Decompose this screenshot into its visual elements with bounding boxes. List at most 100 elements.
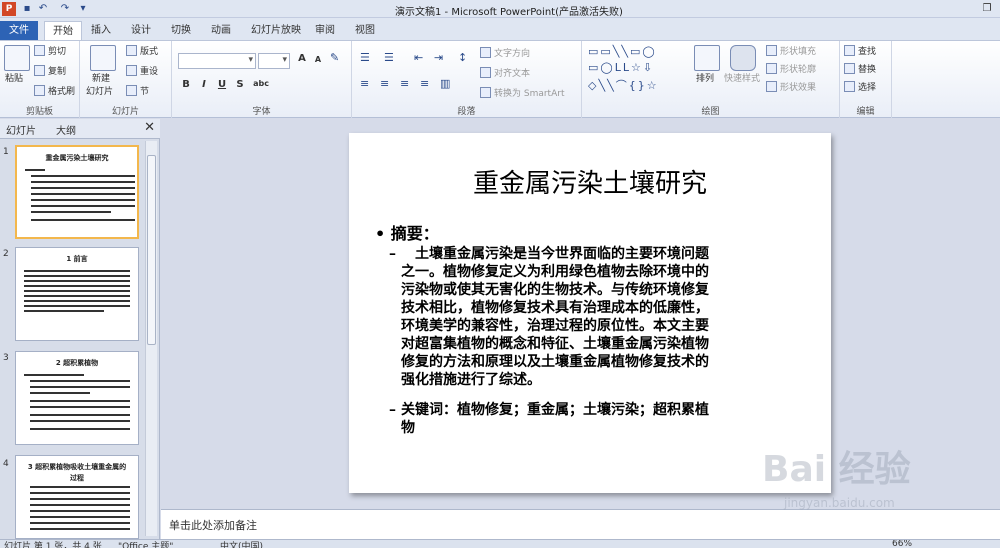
bold-button[interactable]: B — [178, 79, 194, 90]
thumbnail-number: 2 — [3, 249, 9, 259]
clear-format-icon[interactable]: ✎ — [330, 51, 339, 64]
panel-scrollbar[interactable] — [145, 141, 157, 536]
reset-button[interactable]: 重设 — [126, 65, 158, 79]
save-icon[interactable]: ▪ — [20, 2, 34, 16]
arrange-icon[interactable] — [694, 45, 720, 71]
tab-file[interactable]: 文件 — [0, 21, 38, 40]
slide-thumbnail-3[interactable]: 2 超积累植物 — [15, 351, 139, 445]
font-name-dropdown[interactable] — [178, 53, 256, 69]
paste-button[interactable]: 粘贴 — [5, 73, 23, 86]
title-bar: P ▪ ↶ ↷ ▾ 演示文稿1 - Microsoft PowerPoint(产… — [0, 0, 1000, 18]
clipboard-group: 粘贴 剪切 复制 格式刷 剪贴板 — [0, 41, 80, 118]
decrease-indent-icon[interactable]: ⇤ — [414, 51, 423, 64]
shape-fill-button[interactable]: 形状填充 — [766, 45, 816, 59]
zoom-level[interactable]: 66% — [892, 540, 912, 548]
font-size-dropdown[interactable] — [258, 53, 290, 69]
new-slide-icon[interactable] — [90, 45, 116, 71]
tab-slides-panel[interactable]: 幻灯片 — [6, 122, 36, 137]
theme-status[interactable]: "Office 主题" — [118, 540, 173, 548]
copy-icon — [34, 65, 45, 76]
select-button[interactable]: 选择 — [844, 81, 876, 95]
paste-icon[interactable] — [4, 45, 30, 71]
tab-outline-panel[interactable]: 大纲 — [56, 122, 76, 137]
text-direction-button[interactable]: 文字方向 — [480, 47, 530, 61]
arrange-button[interactable]: 排列 — [696, 73, 714, 86]
columns-icon[interactable]: ▥ — [440, 77, 450, 90]
shrink-font-button[interactable]: A — [310, 55, 326, 64]
tab-animations[interactable]: 动画 — [208, 21, 234, 40]
align-right-icon[interactable]: ≡ — [400, 77, 409, 90]
bullet-abstract[interactable]: • 摘要： — [375, 220, 439, 244]
reset-icon — [126, 65, 137, 76]
language-status[interactable]: 中文(中国) — [220, 540, 263, 548]
align-text-button[interactable]: 对齐文本 — [480, 67, 530, 81]
thumbnail-number: 1 — [3, 147, 9, 157]
keywords-line: 物 — [401, 420, 415, 436]
layout-icon — [126, 45, 137, 56]
shadow-button[interactable]: abc — [250, 79, 272, 88]
clipboard-label: 剪贴板 — [25, 107, 53, 117]
quick-styles-icon[interactable] — [730, 45, 756, 71]
italic-button[interactable]: I — [196, 79, 212, 90]
layout-button[interactable]: 版式 — [126, 45, 158, 59]
thumb-line — [30, 392, 90, 394]
tab-view[interactable]: 视图 — [352, 21, 378, 40]
scrollbar-thumb[interactable] — [147, 155, 156, 345]
convert-smartart-button[interactable]: 转换为 SmartArt — [480, 87, 564, 101]
panel-tabs: 幻灯片 大纲 ✕ — [0, 119, 160, 139]
increase-indent-icon[interactable]: ⇥ — [434, 51, 443, 64]
align-left-icon[interactable]: ≡ — [360, 77, 369, 90]
bullets-icon[interactable]: ☰ — [360, 51, 370, 64]
grow-font-button[interactable]: A — [294, 53, 310, 64]
slide-title[interactable]: 重金属污染土壤研究 — [349, 163, 831, 200]
tab-slideshow[interactable]: 幻灯片放映 — [248, 21, 304, 40]
tab-home[interactable]: 开始 — [44, 21, 82, 40]
numbering-icon[interactable]: ☰ — [384, 51, 394, 64]
slides-panel: 幻灯片 大纲 ✕ 1 重金属污染土壤研究 2 1 前言 3 2 超积累植物 4 … — [0, 119, 160, 539]
line-spacing-icon[interactable]: ↕ — [458, 51, 467, 64]
shapes-gallery-row3-icon[interactable]: ◇╲╲⌒{}☆ — [588, 77, 659, 93]
drawing-group: ▭▭╲╲▭◯ ▭◯ᒪᒪ☆⇩ ◇╲╲⌒{}☆ 排列 快速样式 形状填充 形状轮廓 … — [582, 41, 840, 118]
format-painter-button[interactable]: 格式刷 — [34, 85, 75, 99]
editing-label: 编辑 — [856, 107, 875, 117]
strike-button[interactable]: S — [232, 79, 248, 90]
slide-thumbnail-2[interactable]: 1 前言 — [15, 247, 139, 341]
thumb-line — [30, 492, 130, 494]
close-icon[interactable]: ✕ — [144, 120, 155, 135]
shapes-gallery-row2-icon[interactable]: ▭◯ᒪᒪ☆⇩ — [588, 61, 654, 74]
restore-window-icon[interactable]: ❐ — [980, 2, 994, 16]
abstract-paragraph[interactable]: – 土壤重金属污染是当今世界面临的主要环境问题 之一。植物修复定义为利用绿色植物… — [389, 245, 811, 389]
tab-review[interactable]: 审阅 — [312, 21, 338, 40]
quick-styles-button[interactable]: 快速样式 — [724, 73, 760, 86]
new-slide-button[interactable]: 新建 — [92, 73, 110, 86]
ribbon-tabs: 文件 开始 插入 设计 切换 动画 幻灯片放映 审阅 视图 — [0, 18, 1000, 40]
align-center-icon[interactable]: ≡ — [380, 77, 389, 90]
window-title: 演示文稿1 - Microsoft PowerPoint(产品激活失败) — [395, 7, 623, 18]
replace-button[interactable]: 替换 — [844, 63, 876, 77]
tab-design[interactable]: 设计 — [128, 21, 154, 40]
cut-button[interactable]: 剪切 — [34, 45, 66, 59]
copy-button[interactable]: 复制 — [34, 65, 66, 79]
slide-canvas[interactable]: 重金属污染土壤研究 • 摘要： – 土壤重金属污染是当今世界面临的主要环境问题 … — [349, 133, 831, 493]
underline-button[interactable]: U — [214, 79, 230, 90]
align-text-icon — [480, 67, 491, 78]
keywords-paragraph[interactable]: – 关键词：植物修复；重金属；土壤污染；超积累植 物 — [389, 401, 811, 437]
thumb-line — [31, 181, 135, 183]
redo-icon[interactable]: ↷ — [58, 2, 72, 16]
justify-icon[interactable]: ≡ — [420, 77, 429, 90]
thumb-line — [31, 199, 135, 201]
shape-effects-button[interactable]: 形状效果 — [766, 81, 816, 95]
shapes-gallery-icon[interactable]: ▭▭╲╲▭◯ — [588, 45, 657, 58]
thumb-line — [30, 380, 130, 382]
section-button[interactable]: 节 — [126, 85, 149, 99]
tab-transitions[interactable]: 切换 — [168, 21, 194, 40]
find-button[interactable]: 查找 — [844, 45, 876, 59]
new-slide-dropdown[interactable]: 幻灯片 — [86, 86, 113, 99]
tab-insert[interactable]: 插入 — [88, 21, 114, 40]
slide-thumbnail-1[interactable]: 重金属污染土壤研究 — [15, 145, 139, 239]
customize-qat-icon[interactable]: ▾ — [76, 2, 90, 16]
undo-icon[interactable]: ↶ — [36, 2, 50, 16]
shape-outline-button[interactable]: 形状轮廓 — [766, 63, 816, 77]
thumbnail-title: 重金属污染土壤研究 — [45, 154, 109, 162]
slide-thumbnail-4[interactable]: 3 超积累植物吸收土壤重金属的 过程 — [15, 455, 139, 539]
